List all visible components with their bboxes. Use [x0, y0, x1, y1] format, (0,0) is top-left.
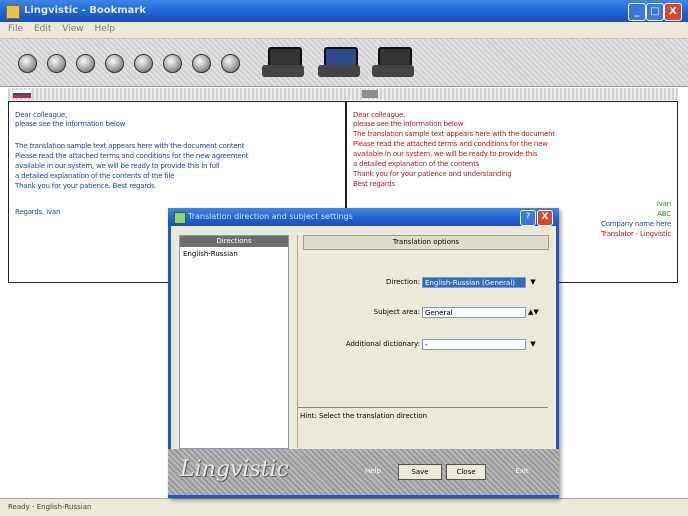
dictionary-row: Additional dictionary: - ▼ — [298, 339, 548, 351]
help-button[interactable]: ? — [520, 210, 536, 226]
menu-file[interactable]: File — [8, 24, 23, 34]
source-line: available in our system, we will be read… — [15, 162, 220, 170]
translation-line: The translation sample text appears here… — [353, 130, 555, 138]
translation-line: please see the information below — [353, 120, 464, 128]
dialog-title: Translation direction and subject settin… — [188, 212, 353, 221]
close-dialog-button[interactable]: Close — [446, 464, 486, 480]
subject-select[interactable]: General — [422, 307, 526, 318]
subject-label: Subject area: — [373, 308, 420, 316]
list-item[interactable]: English-Russian — [183, 250, 238, 258]
language-bar — [8, 88, 678, 100]
divider — [298, 407, 548, 408]
toolbar-round-button[interactable] — [76, 54, 95, 73]
translation-line: Best regards — [353, 180, 395, 188]
exit-button[interactable]: Exit — [502, 464, 542, 478]
russian-flag-icon — [13, 90, 31, 98]
maximize-button[interactable]: □ — [646, 3, 664, 21]
translation-line: a detailed explanation of the contents — [353, 160, 480, 168]
menu-bar: File Edit View Help — [0, 22, 688, 39]
chevron-down-icon[interactable]: ▼ — [528, 277, 538, 288]
toolbar-round-button[interactable] — [18, 54, 37, 73]
source-line: The translation sample text appears here… — [15, 142, 245, 150]
signature-line: Ivan — [656, 200, 671, 208]
chevron-down-icon[interactable]: ▼ — [528, 339, 538, 350]
stepper-icon[interactable]: ▲▼ — [528, 307, 539, 318]
product-logo: Lingvistic — [180, 457, 289, 482]
options-panel: Translation options Direction: English-R… — [297, 235, 549, 448]
source-line: please see the information below — [15, 120, 126, 128]
direction-label: Direction: — [386, 278, 420, 286]
signature-line: Translator - Lingvistic — [600, 230, 671, 238]
dictionary-label: Additional dictionary: — [345, 340, 420, 348]
translation-line: available in our system, we will be read… — [353, 150, 538, 158]
toolbar-round-button[interactable] — [163, 54, 182, 73]
help-footer-button[interactable]: Help — [356, 464, 390, 478]
list-header: Directions — [180, 236, 288, 247]
source-line: Regards, Ivan — [15, 208, 61, 216]
status-bar: Ready - English-Russian — [0, 498, 688, 516]
signature-line: ABC — [657, 210, 671, 218]
dialog-title-bar: Translation direction and subject settin… — [168, 208, 559, 226]
toolbar-round-button[interactable] — [47, 54, 66, 73]
translation-line: Dear colleague, — [353, 111, 406, 119]
direction-row: Direction: English-Russian (General) ▼ — [298, 277, 548, 289]
dictionary-select[interactable]: - — [422, 339, 526, 350]
toolbar-round-button[interactable] — [105, 54, 124, 73]
source-line: Dear colleague, — [15, 111, 68, 119]
subject-row: Subject area: General ▲▼ — [298, 307, 548, 319]
toolbar-round-button[interactable] — [134, 54, 153, 73]
settings-button[interactable] — [372, 47, 414, 79]
toolbar-round-button[interactable] — [192, 54, 211, 73]
minimize-button[interactable]: _ — [628, 3, 646, 21]
translation-line: Please read the attached terms and condi… — [353, 140, 548, 148]
app-icon — [6, 5, 20, 19]
dialog-footer: Lingvistic Help Save Close Exit — [168, 449, 559, 495]
dialog-icon — [174, 212, 186, 224]
toolbar-round-button[interactable] — [221, 54, 240, 73]
status-text: Ready - English-Russian — [8, 503, 92, 511]
translate-button[interactable] — [262, 47, 304, 79]
save-button[interactable]: Save — [398, 464, 442, 480]
window-title-bar: Lingvistic - Bookmark _ □ X — [0, 0, 688, 22]
directions-list[interactable]: Directions English-Russian — [179, 235, 289, 449]
source-line: a detailed explanation of the contents o… — [15, 172, 175, 180]
dialog-close-button[interactable]: X — [537, 210, 553, 226]
translation-settings-dialog: Translation direction and subject settin… — [168, 208, 559, 498]
options-tab[interactable]: Translation options — [303, 235, 549, 250]
source-line: Please read the attached terms and condi… — [15, 152, 249, 160]
signature-line: Company name here — [601, 220, 671, 228]
close-button[interactable]: X — [664, 3, 682, 21]
menu-edit[interactable]: Edit — [34, 24, 51, 34]
english-flag-icon — [362, 90, 378, 98]
source-line: Thank you for your patience. Best regard… — [15, 182, 155, 190]
translation-line: Thank you for your patience and understa… — [353, 170, 512, 178]
hint-text: Hint: Select the translation direction — [300, 412, 428, 420]
dictionary-button[interactable] — [318, 47, 360, 79]
menu-help[interactable]: Help — [94, 24, 115, 34]
window-title: Lingvistic - Bookmark — [24, 5, 146, 16]
direction-select[interactable]: English-Russian (General) — [422, 277, 526, 288]
menu-view[interactable]: View — [62, 24, 83, 34]
toolbar — [0, 39, 688, 87]
